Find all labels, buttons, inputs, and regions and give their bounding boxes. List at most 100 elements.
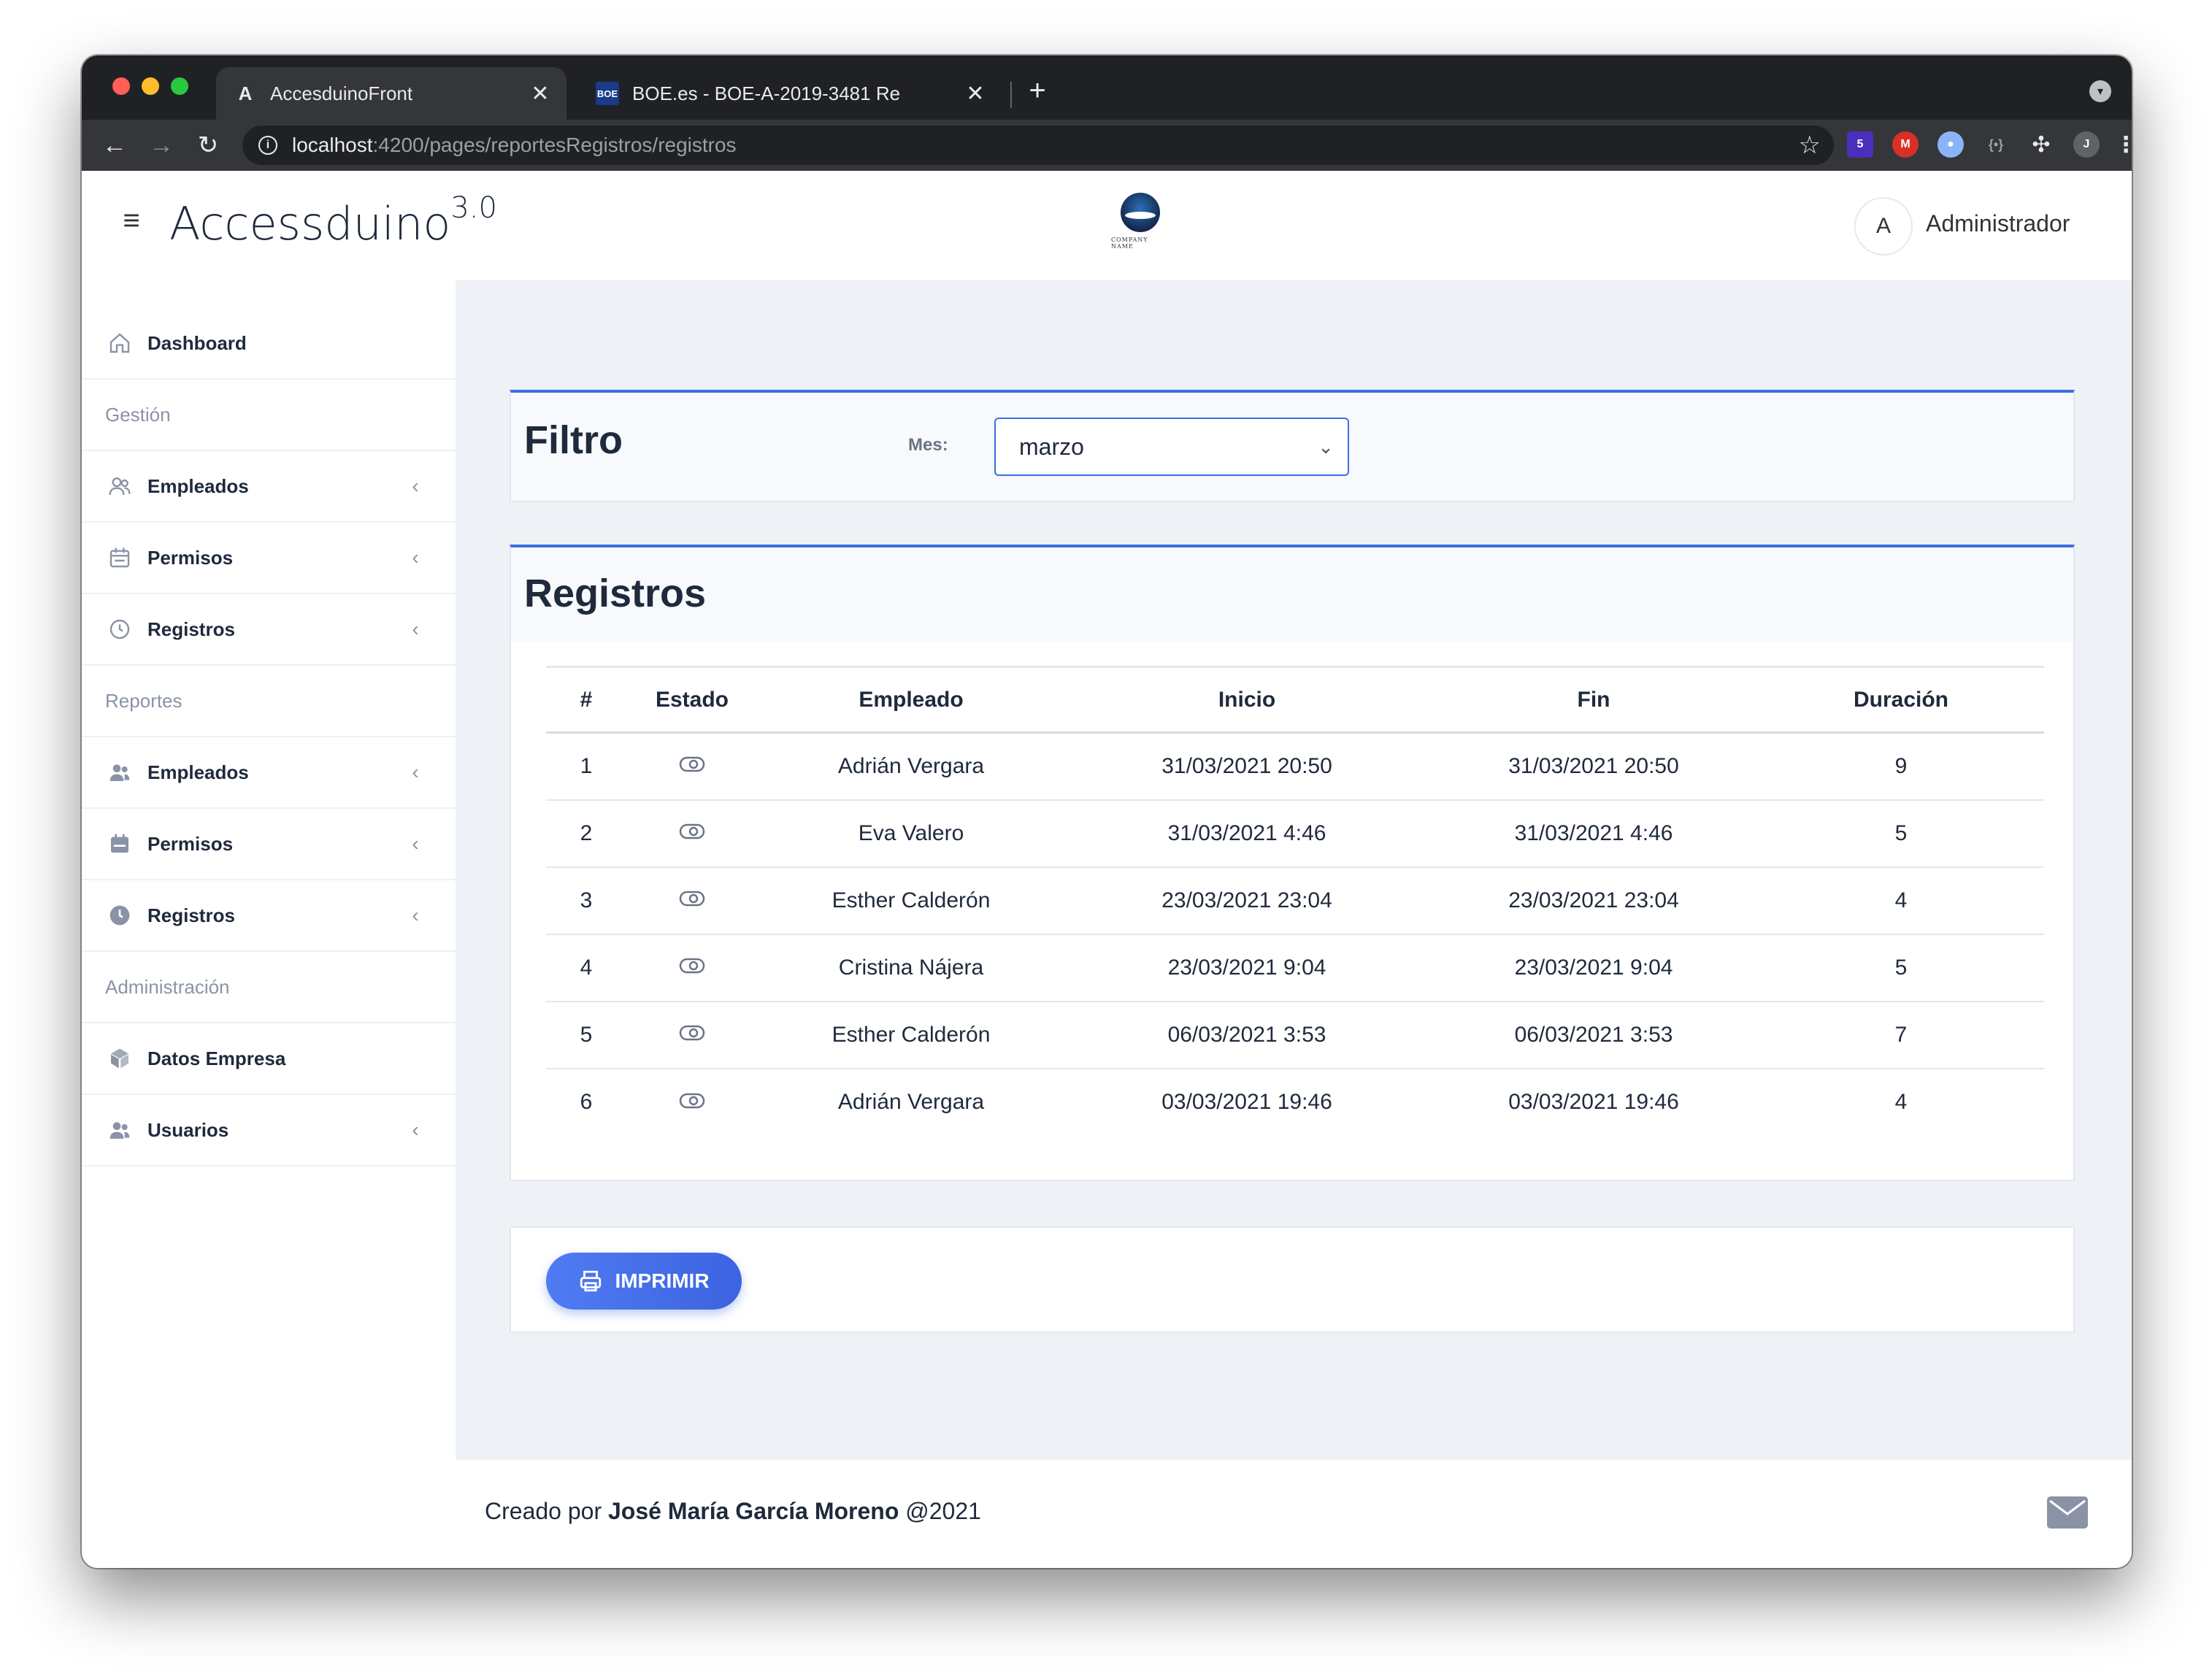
brand-version: 3.0 [450,191,497,226]
print-button[interactable]: IMPRIMIR [546,1253,742,1310]
chevron-left-icon: ‹ [412,832,419,855]
profile-avatar[interactable]: J [2073,131,2100,158]
registros-card: Registros # Estado Empleado Inicio Fin D… [510,545,2075,1181]
cell-empleado: Adrián Vergara [837,1090,985,1114]
sidebar-item-gestion-empleados[interactable]: Empleados ‹ [82,451,456,523]
logo-mark-icon [1121,193,1160,232]
menu-toggle-icon[interactable]: ≡ [111,204,152,237]
tab-title: AccesduinoFront [270,82,413,104]
extensions-puzzle-icon[interactable]: ✣ [2028,131,2054,158]
tab-search-icon[interactable]: ▾ [2089,80,2111,102]
cell-estado [626,1069,758,1136]
table-header-row: # Estado Empleado Inicio Fin Duración [546,666,2044,734]
app-brand: Accessduino3.0 [169,191,497,250]
sidebar-item-label: Datos Empresa [147,1047,286,1069]
close-tab-icon[interactable]: ✕ [526,81,555,107]
sidebar-item-reportes-empleados[interactable]: Empleados ‹ [82,737,456,809]
forward-icon[interactable]: → [143,127,180,164]
close-tab-icon[interactable]: ✕ [961,81,990,107]
footer-prefix: Creado por [485,1498,602,1524]
sidebar-item-label: Empleados [147,474,249,497]
sidebar-item-label: Usuarios [147,1118,229,1141]
cell-fin: 31/03/2021 20:50 [1429,732,1758,801]
toggle-status-icon[interactable] [679,821,705,846]
sidebar-section-administracion: Administración [82,952,456,1023]
sidebar-item-gestion-permisos[interactable]: Permisos ‹ [82,523,456,594]
home-icon [107,330,133,356]
extension-circle-icon[interactable]: ● [1938,131,1964,158]
chevron-left-icon: ‹ [412,546,419,569]
users-filled-icon [107,759,133,785]
toggle-status-icon[interactable] [679,1023,705,1048]
user-avatar[interactable]: A [1854,197,1913,255]
cell-inicio: 31/03/2021 20:50 [1064,732,1429,801]
new-tab-button[interactable]: + [1019,74,1056,107]
logo-text: COMPANY NAME [1111,237,1148,250]
sidebar-item-label: Registros [147,904,235,926]
sidebar-item-label: Permisos [147,546,234,569]
cell-number: 3 [546,866,626,935]
bookmark-star-icon[interactable]: ☆ [1799,131,1821,160]
minimize-window-button[interactable] [142,77,159,95]
extension-brackets-icon[interactable]: {•} [1983,131,2009,158]
cell-empleado: Eva Valero [758,799,1064,868]
user-name[interactable]: Administrador [1926,210,2070,237]
cell-estado [626,799,758,868]
cell-empleado: Esther Calderón [758,866,1064,935]
cube-icon [107,1045,133,1072]
close-window-button[interactable] [112,77,130,95]
gmail-extension-icon[interactable]: M [1892,131,1919,158]
back-icon[interactable]: ← [96,127,133,164]
sidebar-item-label: Dashboard [147,331,247,354]
table-row: 5 Esther Calderón 06/03/2021 3:53 06/03/… [546,1001,2044,1069]
cell-estado [626,866,758,935]
toggle-status-icon[interactable] [679,888,705,913]
cell-empleado: Esther Calderón [758,1001,1064,1069]
cell-inicio: 23/03/2021 9:04 [1064,934,1429,1002]
maximize-window-button[interactable] [171,77,188,95]
mail-icon[interactable] [2047,1496,2088,1532]
sidebar-section-reportes: Reportes [82,666,456,737]
info-icon[interactable]: i [258,136,277,155]
tab-accesduinofront[interactable]: A AccesduinoFront ✕ [216,67,567,120]
toggle-status-icon[interactable] [679,754,705,779]
sidebar-item-usuarios[interactable]: Usuarios ‹ [82,1095,456,1166]
sidebar-item-label: Permisos [147,832,234,855]
cell-inicio: 03/03/2021 19:46 [1161,1090,1332,1114]
cell-duracion: 5 [1758,799,2044,868]
sidebar-item-label: Empleados [147,761,249,783]
sidebar-item-datos-empresa[interactable]: Datos Empresa [82,1023,456,1095]
chevron-left-icon: ‹ [412,1118,419,1141]
browser-window: A AccesduinoFront ✕ BOE BOE.es - BOE-A-2… [82,55,2132,1568]
main-content: Filtro Mes: marzo ⌄ Registros # Estado E… [456,280,2132,1460]
filter-title: Filtro [524,418,623,462]
cell-fin: 23/03/2021 23:04 [1429,866,1758,935]
tab-boe[interactable]: BOE BOE.es - BOE-A-2019-3481 Re ✕ [578,67,1002,120]
browser-menu-icon[interactable]: ⋮ [2113,131,2132,158]
sidebar-item-dashboard[interactable]: Dashboard [82,308,456,380]
footer-credits: Creado por José María García Moreno @202… [485,1498,981,1525]
cell-number: 1 [546,732,626,801]
toggle-status-icon[interactable] [679,1091,705,1115]
sidebar-item-gestion-registros[interactable]: Registros ‹ [82,594,456,666]
reload-icon[interactable]: ↻ [190,127,226,164]
address-bar[interactable]: i localhost:4200/pages/reportesRegistros… [242,126,1834,165]
cell-number: 6 [580,1090,593,1114]
browser-toolbar: ← → ↻ i localhost:4200/pages/reportesReg… [82,120,2132,171]
table-row: 6 Adrián Vergara 03/03/2021 19:46 03/03/… [546,1069,2044,1136]
toggle-status-icon[interactable] [679,956,705,980]
url-host: localhost [292,134,373,156]
cell-duracion: 5 [1758,934,2044,1002]
sidebar-item-reportes-permisos[interactable]: Permisos ‹ [82,809,456,880]
sidebar-item-reportes-registros[interactable]: Registros ‹ [82,880,456,952]
table-row: 3 Esther Calderón 23/03/2021 23:04 23/03… [546,866,2044,935]
brand-name: Accessduino [169,197,451,250]
filter-card: Filtro Mes: marzo ⌄ [510,390,2075,502]
print-button-label: IMPRIMIR [615,1269,710,1292]
boe-icon: BOE [596,82,619,105]
column-header: # [546,666,626,734]
month-select[interactable]: marzo ⌄ [994,418,1349,476]
sidebar-section-gestion: Gestión [82,380,456,451]
extension-badge-icon[interactable]: 5 [1847,131,1873,158]
chevron-left-icon: ‹ [412,761,419,783]
